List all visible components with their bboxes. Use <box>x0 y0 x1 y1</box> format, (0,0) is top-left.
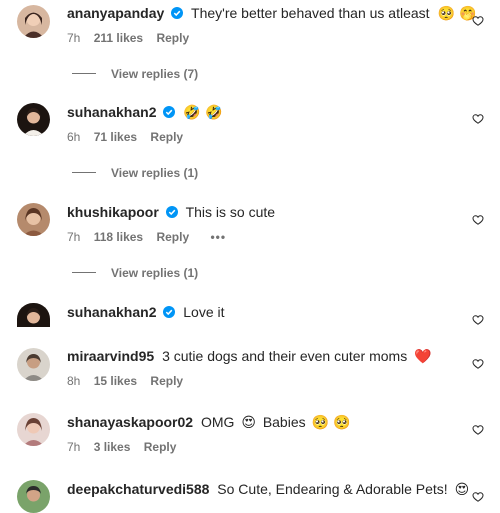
replies-divider <box>72 272 96 273</box>
view-replies-button[interactable]: View replies (1) <box>72 166 198 180</box>
verified-badge-icon <box>163 306 176 318</box>
reply-button[interactable]: Reply <box>150 374 183 388</box>
heart-outline-icon[interactable] <box>472 314 484 326</box>
view-replies-button[interactable]: View replies (7) <box>72 67 198 81</box>
comment-time: 7h <box>67 230 81 244</box>
replies-divider <box>72 172 96 173</box>
view-replies-label: View replies (1) <box>111 166 199 180</box>
avatar[interactable] <box>17 348 50 381</box>
comment-meta: 8h 15 likes Reply <box>67 374 460 388</box>
verified-badge-icon <box>165 206 178 218</box>
avatar[interactable] <box>17 413 50 446</box>
view-replies-button[interactable]: View replies (1) <box>72 266 198 280</box>
comment-text: So Cute, Endearing & Adorable Pets! <box>217 481 448 497</box>
avatar[interactable] <box>17 303 50 327</box>
heart-outline-icon[interactable] <box>472 113 484 125</box>
reply-button[interactable]: Reply <box>156 230 189 244</box>
reply-button[interactable]: Reply <box>150 130 183 144</box>
comment-emoji: 😍 <box>454 482 470 498</box>
comment-emoji: 🥺 🥺 <box>311 415 351 431</box>
heart-outline-icon[interactable] <box>472 15 484 27</box>
comment-meta: 7h 3 likes Reply <box>67 440 460 454</box>
view-replies-label: View replies (1) <box>111 266 199 280</box>
comment-text: OMG <box>200 414 235 430</box>
verified-badge-icon <box>163 106 176 118</box>
comment-time: 7h <box>67 440 81 454</box>
heart-outline-icon[interactable] <box>472 358 484 370</box>
avatar[interactable] <box>17 203 50 236</box>
comment-meta: 7h 211 likes Reply <box>67 31 460 45</box>
comment-text-2: Babies <box>262 414 306 430</box>
comment-text: Love it <box>183 304 225 320</box>
comment-likes[interactable]: 118 likes <box>94 230 143 244</box>
more-options-icon[interactable]: ••• <box>210 230 226 244</box>
comment-emoji-mid: 😍 <box>241 415 256 431</box>
comment-time: 8h <box>67 374 81 388</box>
comment-likes[interactable]: 211 likes <box>94 31 143 45</box>
comment-username[interactable]: ananyapanday <box>67 5 164 21</box>
heart-outline-icon[interactable] <box>472 491 484 503</box>
comment-likes[interactable]: 3 likes <box>94 440 131 454</box>
comment-username[interactable]: deepakchaturvedi588 <box>67 481 209 497</box>
heart-outline-icon[interactable] <box>472 214 484 226</box>
comment-meta: 7h 118 likes Reply ••• <box>67 230 460 244</box>
comment-likes[interactable]: 15 likes <box>94 374 137 388</box>
comment-username[interactable]: khushikapoor <box>67 204 159 220</box>
comment-username[interactable]: miraarvind95 <box>67 348 154 364</box>
comment-username[interactable]: suhanakhan2 <box>67 304 156 320</box>
replies-divider <box>72 73 96 74</box>
heart-outline-icon[interactable] <box>472 424 484 436</box>
avatar[interactable] <box>17 5 50 38</box>
reply-button[interactable]: Reply <box>144 440 177 454</box>
avatar[interactable] <box>17 480 50 513</box>
verified-badge-icon <box>171 7 184 19</box>
comment-time: 7h <box>67 31 81 45</box>
comment-emoji: 🥺 🤭 <box>437 6 477 22</box>
comment-text: They're better behaved than us atleast <box>191 5 430 21</box>
comment-username[interactable]: shanayaskapoor02 <box>67 414 193 430</box>
comment-text: This is so cute <box>185 204 276 220</box>
view-replies-label: View replies (7) <box>111 67 199 81</box>
comment-likes[interactable]: 71 likes <box>94 130 137 144</box>
comment-time: 6h <box>67 130 81 144</box>
avatar[interactable] <box>17 103 50 136</box>
reply-button[interactable]: Reply <box>156 31 189 45</box>
comment-emoji: ❤️ <box>414 349 432 365</box>
comment-emoji: 🤣 🤣 <box>183 105 223 121</box>
comment-meta: 6h 71 likes Reply <box>67 130 460 144</box>
comment-text: 3 cutie dogs and their even cuter moms <box>162 348 408 364</box>
comment-username[interactable]: suhanakhan2 <box>67 104 156 120</box>
